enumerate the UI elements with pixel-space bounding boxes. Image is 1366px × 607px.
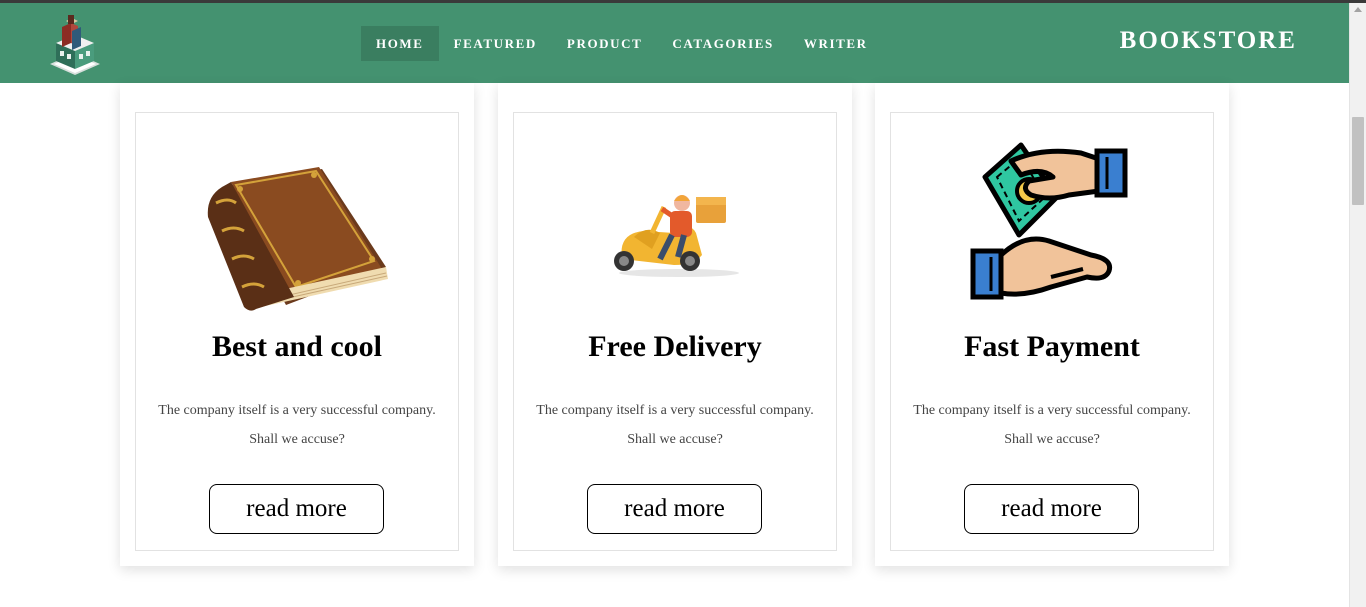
- card-title: Best and cool: [211, 330, 382, 363]
- bookstore-logo-icon[interactable]: [48, 13, 102, 75]
- feature-card: Fast Payment The company itself is a ver…: [875, 83, 1229, 566]
- nav-catagories[interactable]: CATAGORIES: [657, 26, 788, 61]
- feature-card: Best and cool The company itself is a ve…: [120, 83, 474, 566]
- card-description: The company itself is a very successful …: [136, 396, 458, 454]
- card-description: The company itself is a very successful …: [514, 396, 836, 454]
- read-more-button[interactable]: read more: [209, 484, 384, 534]
- feature-card: Free Delivery The company itself is a ve…: [498, 83, 852, 566]
- page-scrollbar[interactable]: [1349, 3, 1366, 607]
- nav-product[interactable]: PRODUCT: [552, 26, 657, 61]
- nav-home[interactable]: HOME: [361, 26, 439, 61]
- brand-title[interactable]: BOOKSTORE: [1120, 27, 1297, 55]
- main-nav: HOME FEATURED PRODUCT CATAGORIES WRITER: [361, 26, 883, 61]
- card-description-line: The company itself is a very successful …: [536, 403, 814, 418]
- card-description-line: The company itself is a very successful …: [913, 403, 1191, 418]
- read-more-button[interactable]: read more: [587, 484, 762, 534]
- card-frame: Best and cool The company itself is a ve…: [135, 112, 459, 551]
- scroll-up-arrow-icon[interactable]: [1354, 7, 1362, 12]
- card-description-line: The company itself is a very successful …: [158, 403, 436, 418]
- nav-featured[interactable]: FEATURED: [439, 26, 552, 61]
- read-more-button[interactable]: read more: [964, 484, 1139, 534]
- navbar: HOME FEATURED PRODUCT CATAGORIES WRITER …: [0, 3, 1349, 83]
- book-icon: [136, 137, 458, 313]
- card-description: The company itself is a very successful …: [891, 396, 1213, 454]
- card-description-line: Shall we accuse?: [249, 432, 345, 447]
- card-frame: Fast Payment The company itself is a ver…: [890, 112, 1214, 551]
- card-frame: Free Delivery The company itself is a ve…: [513, 112, 837, 551]
- card-description-line: Shall we accuse?: [627, 432, 723, 447]
- scrollbar-thumb[interactable]: [1352, 117, 1364, 205]
- delivery-scooter-icon: [514, 137, 836, 313]
- card-title: Free Delivery: [588, 330, 762, 363]
- card-description-line: Shall we accuse?: [1004, 432, 1100, 447]
- card-title: Fast Payment: [964, 330, 1140, 363]
- payment-hands-icon: [891, 137, 1213, 313]
- nav-writer[interactable]: WRITER: [789, 26, 883, 61]
